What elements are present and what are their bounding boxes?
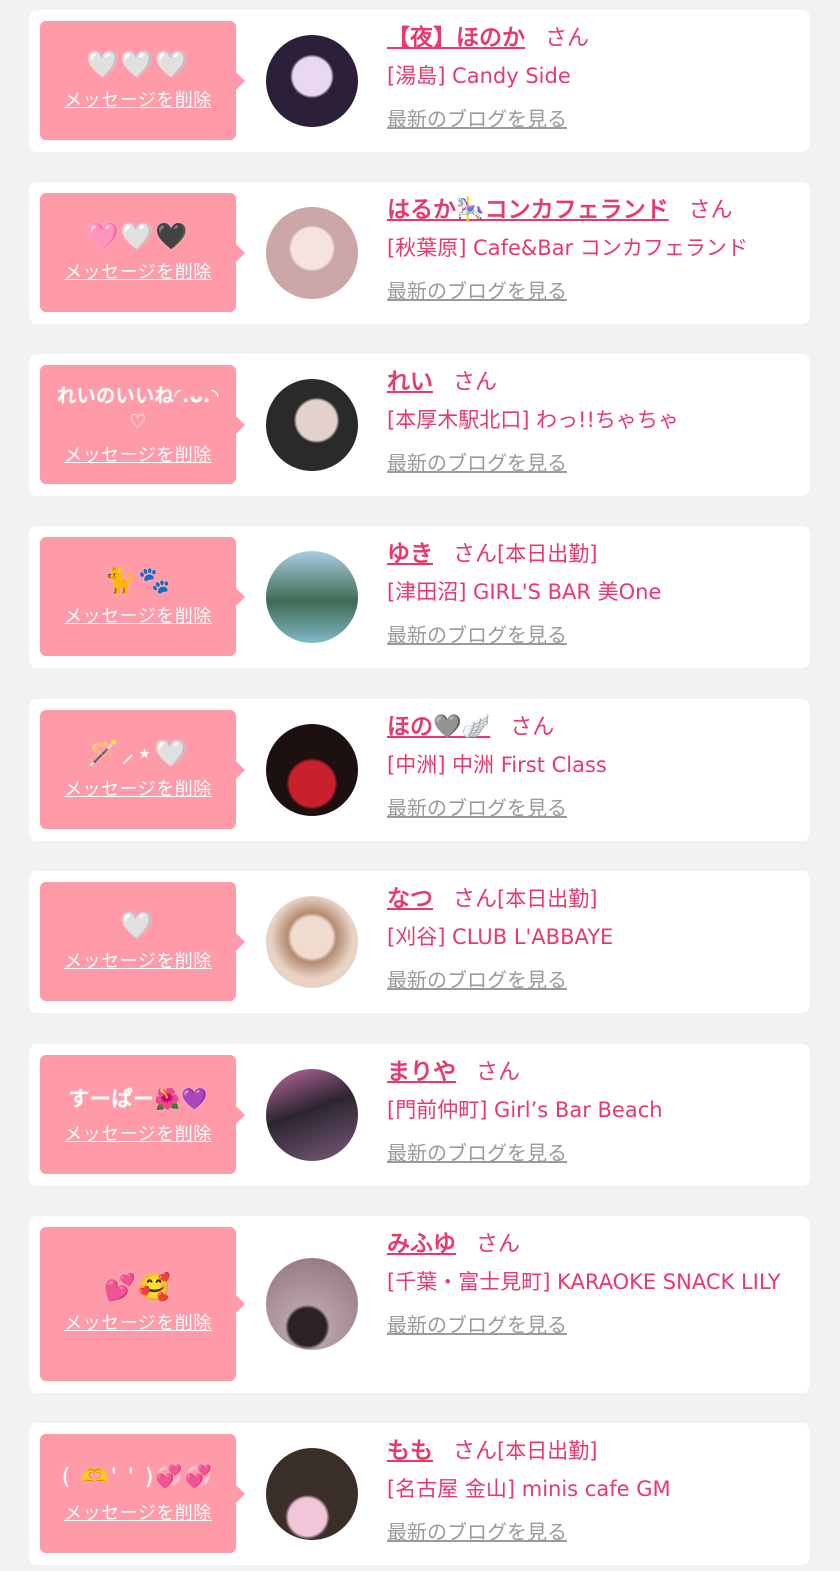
status-badge: [本日出勤] — [497, 542, 598, 566]
latest-blog-link[interactable]: 最新のブログを見る — [387, 964, 567, 993]
delete-message-link[interactable]: メッセージを削除 — [64, 947, 212, 973]
list-item: 🩷🤍🖤 メッセージを削除 はるか🎠コンカフェランド さん [秋葉原] Cafe&B… — [29, 182, 810, 324]
message-bubble: れいのいいね◜.ᴗ.◝ ♡ メッセージを削除 — [40, 365, 245, 484]
shop-name: [千葉・富士見町] KARAOKE SNACK LILY — [387, 1270, 781, 1294]
latest-blog-link[interactable]: 最新のブログを見る — [387, 1309, 567, 1338]
honorific: さん — [688, 198, 733, 223]
honorific: さん — [476, 1232, 521, 1257]
honorific: さん — [476, 1060, 521, 1085]
latest-blog-link[interactable]: 最新のブログを見る — [387, 792, 567, 821]
delete-message-link[interactable]: メッセージを削除 — [64, 602, 212, 628]
message-text: 🪄⸝⋆🤍 — [86, 738, 190, 769]
avatar[interactable] — [266, 1448, 358, 1540]
delete-message-link[interactable]: メッセージを削除 — [64, 775, 212, 801]
list-item: 🤍 メッセージを削除 なつ さん[本日出勤] [刈谷] CLUB L'ABBAYE… — [29, 871, 810, 1013]
message-bubble: 🤍 メッセージを削除 — [40, 882, 245, 1001]
profile-name-link[interactable]: ゆき — [387, 541, 433, 567]
honorific: さん — [453, 370, 498, 395]
avatar[interactable] — [266, 1258, 358, 1350]
status-badge: [本日出勤] — [497, 1439, 598, 1463]
profile-name-link[interactable]: はるか🎠コンカフェランド — [387, 197, 669, 223]
shop-name: [湯島] Candy Side — [387, 64, 571, 88]
avatar[interactable] — [266, 724, 358, 816]
list-item: 🐈🐾 メッセージを削除 ゆき さん[本日出勤] [津田沼] GIRL'S BAR … — [29, 526, 810, 668]
message-bubble: 🤍🤍🤍 メッセージを削除 — [40, 21, 245, 140]
message-text: 🤍🤍🤍 — [86, 49, 190, 80]
profile-name-link[interactable]: れい — [387, 369, 433, 395]
delete-message-link[interactable]: メッセージを削除 — [64, 1120, 212, 1146]
latest-blog-link[interactable]: 最新のブログを見る — [387, 103, 567, 132]
shop-name: [中洲] 中洲 First Class — [387, 753, 607, 777]
message-bubble: 🪄⸝⋆🤍 メッセージを削除 — [40, 710, 245, 829]
list-item: れいのいいね◜.ᴗ.◝ ♡ メッセージを削除 れい さん [本厚木駅北口] わっ!… — [29, 354, 810, 496]
honorific: さん — [453, 1439, 498, 1464]
message-bubble: 💕🥰 メッセージを削除 — [40, 1227, 245, 1381]
avatar[interactable] — [266, 35, 358, 127]
delete-message-link[interactable]: メッセージを削除 — [64, 441, 212, 467]
delete-message-link[interactable]: メッセージを削除 — [64, 1309, 212, 1335]
list-item: 🪄⸝⋆🤍 メッセージを削除 ほの🩶🪽 さん [中洲] 中洲 First Class… — [29, 699, 810, 841]
shop-name: [名古屋 金山] minis cafe GM — [387, 1477, 671, 1501]
latest-blog-link[interactable]: 最新のブログを見る — [387, 275, 567, 304]
message-bubble: 🐈🐾 メッセージを削除 — [40, 537, 245, 656]
profile-name-link[interactable]: もも — [387, 1438, 433, 1464]
list-item: すーぱー🌺💜 メッセージを削除 まりや さん [門前仲町] Girl’s Bar … — [29, 1044, 810, 1186]
shop-name: [門前仲町] Girl’s Bar Beach — [387, 1098, 663, 1122]
shop-name: [津田沼] GIRL'S BAR 美One — [387, 580, 662, 604]
message-text: 💕🥰 — [103, 1273, 173, 1303]
profile-name-link[interactable]: 【夜】ほのか — [387, 25, 525, 51]
list-item: 💕🥰 メッセージを削除 みふゆ さん [千葉・富士見町] KARAOKE SNAC… — [29, 1216, 810, 1393]
message-text: れいのいいね◜.ᴗ.◝ ♡ — [57, 384, 219, 433]
latest-blog-link[interactable]: 最新のブログを見る — [387, 1516, 567, 1545]
honorific: さん — [453, 542, 498, 567]
latest-blog-link[interactable]: 最新のブログを見る — [387, 619, 567, 648]
honorific: さん — [453, 887, 498, 912]
profile-name-link[interactable]: ほの🩶🪽 — [387, 714, 490, 740]
shop-name: [秋葉原] Cafe&Bar コンカフェランド — [387, 236, 748, 260]
latest-blog-link[interactable]: 最新のブログを見る — [387, 447, 567, 476]
message-text: ( 🫶' ' )💞💞 — [61, 1464, 215, 1490]
avatar[interactable] — [266, 896, 358, 988]
message-bubble: ( 🫶' ' )💞💞 メッセージを削除 — [40, 1434, 245, 1553]
shop-name: [刈谷] CLUB L'ABBAYE — [387, 925, 614, 949]
message-text: すーぱー🌺💜 — [68, 1086, 208, 1111]
message-bubble: すーぱー🌺💜 メッセージを削除 — [40, 1055, 245, 1174]
profile-name-link[interactable]: なつ — [387, 886, 433, 912]
message-text: 🤍 — [120, 910, 156, 941]
message-text: 🩷🤍🖤 — [86, 221, 190, 252]
honorific: さん — [545, 26, 590, 51]
honorific: さん — [510, 715, 555, 740]
message-text: 🐈🐾 — [103, 565, 173, 596]
avatar[interactable] — [266, 379, 358, 471]
profile-name-link[interactable]: まりや — [387, 1059, 456, 1085]
list-item: 🤍🤍🤍 メッセージを削除 【夜】ほのか さん [湯島] Candy Side 最新… — [29, 10, 810, 152]
list-item: ( 🫶' ' )💞💞 メッセージを削除 もも さん[本日出勤] [名古屋 金山] … — [29, 1423, 810, 1565]
delete-message-link[interactable]: メッセージを削除 — [64, 86, 212, 112]
avatar[interactable] — [266, 551, 358, 643]
avatar[interactable] — [266, 207, 358, 299]
delete-message-link[interactable]: メッセージを削除 — [64, 258, 212, 284]
message-bubble: 🩷🤍🖤 メッセージを削除 — [40, 193, 245, 312]
status-badge: [本日出勤] — [497, 887, 598, 911]
shop-name: [本厚木駅北口] わっ!!ちゃちゃ — [387, 408, 679, 432]
message-list: 🤍🤍🤍 メッセージを削除 【夜】ほのか さん [湯島] Candy Side 最新… — [0, 0, 840, 1571]
delete-message-link[interactable]: メッセージを削除 — [64, 1499, 212, 1525]
latest-blog-link[interactable]: 最新のブログを見る — [387, 1137, 567, 1166]
avatar[interactable] — [266, 1069, 358, 1161]
profile-name-link[interactable]: みふゆ — [387, 1231, 456, 1257]
